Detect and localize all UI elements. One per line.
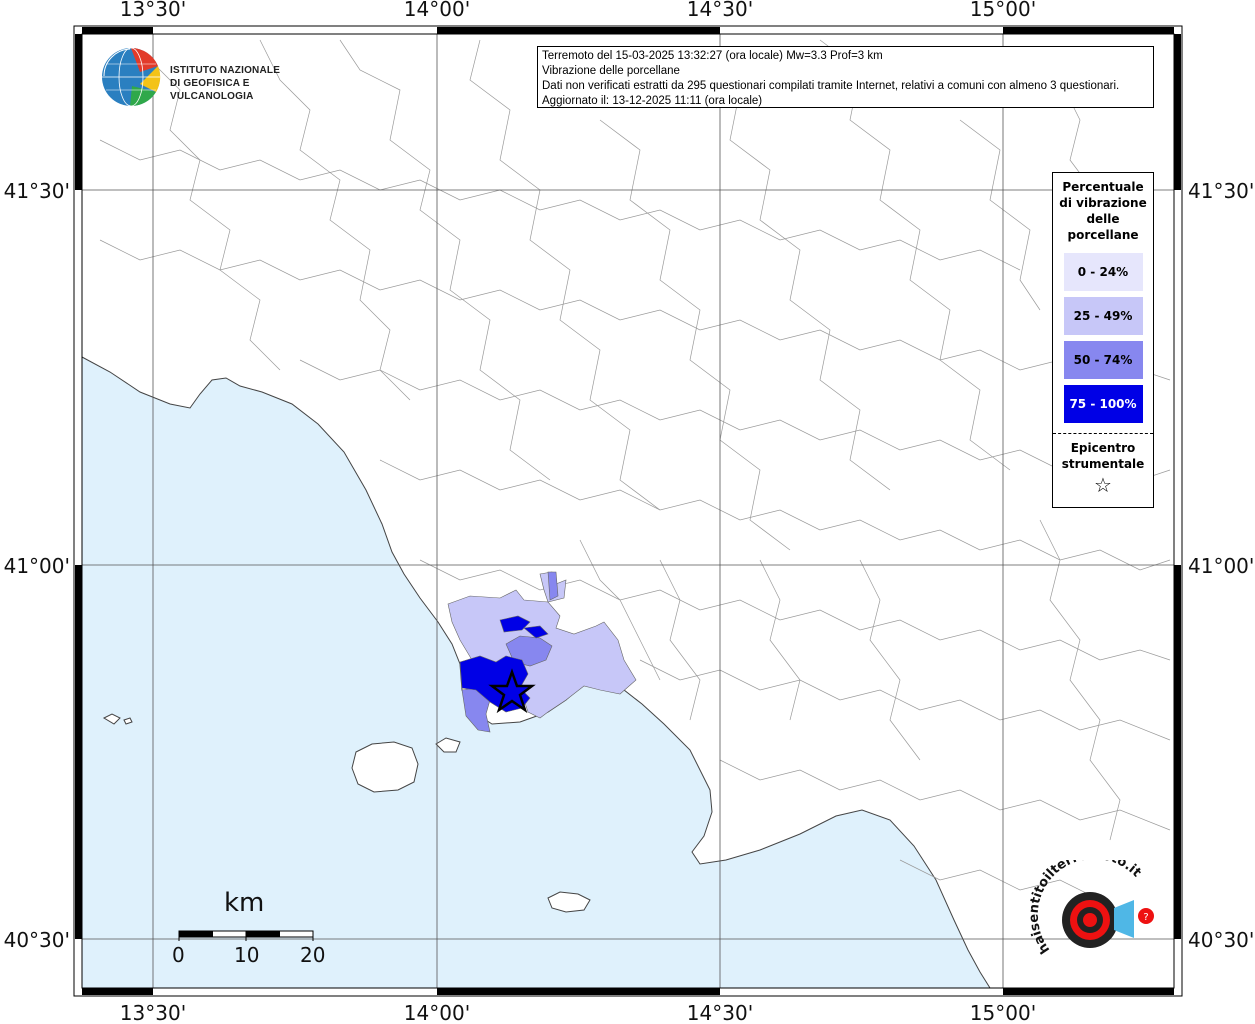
svg-text:40°30': 40°30' bbox=[4, 928, 70, 952]
svg-text:41°00': 41°00' bbox=[1188, 554, 1254, 578]
scale-tick-20: 20 bbox=[300, 943, 326, 967]
scale-tick-0: 0 bbox=[172, 943, 185, 967]
longitude-labels-top: 13°30' 14°00' 14°30' 15°00' bbox=[120, 0, 1036, 21]
svg-text:15°00': 15°00' bbox=[970, 1001, 1036, 1024]
svg-text:13°30': 13°30' bbox=[120, 1001, 186, 1024]
svg-text:?: ? bbox=[1143, 912, 1148, 923]
svg-text:41°00': 41°00' bbox=[4, 554, 70, 578]
longitude-labels-bottom: 13°30' 14°00' 14°30' 15°00' bbox=[120, 1001, 1036, 1024]
legend: Percentuale di vibrazione delle porcella… bbox=[1052, 172, 1154, 508]
island-ischia bbox=[351, 741, 419, 793]
legend-divider bbox=[1053, 433, 1153, 434]
globe-icon bbox=[102, 47, 161, 107]
legend-class-0: 0 - 24% bbox=[1063, 253, 1143, 291]
svg-text:41°30': 41°30' bbox=[1188, 179, 1254, 203]
event-title: Terremoto del 15-03-2025 13:32:27 (ora l… bbox=[542, 50, 883, 62]
epicenter-star-icon: ☆ bbox=[1094, 473, 1112, 497]
scale-unit: km bbox=[224, 888, 265, 918]
institution-line2: DI GEOFISICA E VULCANOLOGIA bbox=[170, 78, 254, 102]
svg-text:14°30': 14°30' bbox=[687, 1001, 753, 1024]
legend-class-3: 75 - 100% bbox=[1063, 385, 1143, 423]
legend-class-1: 25 - 49% bbox=[1063, 297, 1143, 335]
institution-line1: ISTITUTO NAZIONALE bbox=[170, 65, 281, 76]
target-icon: ? haisentitoilterremoto.it bbox=[1027, 848, 1154, 956]
website-logo: ? haisentitoilterremoto.it bbox=[1027, 848, 1168, 980]
institution-logo: ISTITUTO NAZIONALE DI GEOFISICA E VULCAN… bbox=[100, 46, 320, 110]
svg-text:40°30': 40°30' bbox=[1188, 928, 1254, 952]
epicenter-label: Epicentro strumentale bbox=[1061, 441, 1145, 471]
svg-text:14°30': 14°30' bbox=[687, 0, 753, 21]
latitude-labels-left: 41°30' 41°00' 40°30' bbox=[4, 179, 70, 952]
update-time: Aggiornato il: 13-12-2025 11:11 (ora loc… bbox=[542, 95, 763, 107]
legend-class-2: 50 - 74% bbox=[1063, 341, 1143, 379]
data-note: Dati non verificati estratti da 295 ques… bbox=[542, 80, 1120, 92]
map-subtitle: Vibrazione delle porcellane bbox=[542, 65, 680, 77]
event-info-box: Terremoto del 15-03-2025 13:32:27 (ora l… bbox=[537, 46, 1154, 108]
legend-title: Percentuale di vibrazione delle porcella… bbox=[1059, 180, 1147, 242]
institution-name: ISTITUTO NAZIONALE DI GEOFISICA E VULCAN… bbox=[170, 64, 320, 103]
svg-text:15°00': 15°00' bbox=[970, 0, 1036, 21]
svg-text:13°30': 13°30' bbox=[120, 0, 186, 21]
svg-text:14°00': 14°00' bbox=[404, 1001, 470, 1024]
svg-text:14°00': 14°00' bbox=[404, 0, 470, 21]
latitude-labels-right: 41°30' 41°00' 40°30' bbox=[1188, 179, 1254, 952]
area-class-2c bbox=[547, 571, 559, 601]
scale-tick-10: 10 bbox=[234, 943, 260, 967]
svg-text:41°30': 41°30' bbox=[4, 179, 70, 203]
